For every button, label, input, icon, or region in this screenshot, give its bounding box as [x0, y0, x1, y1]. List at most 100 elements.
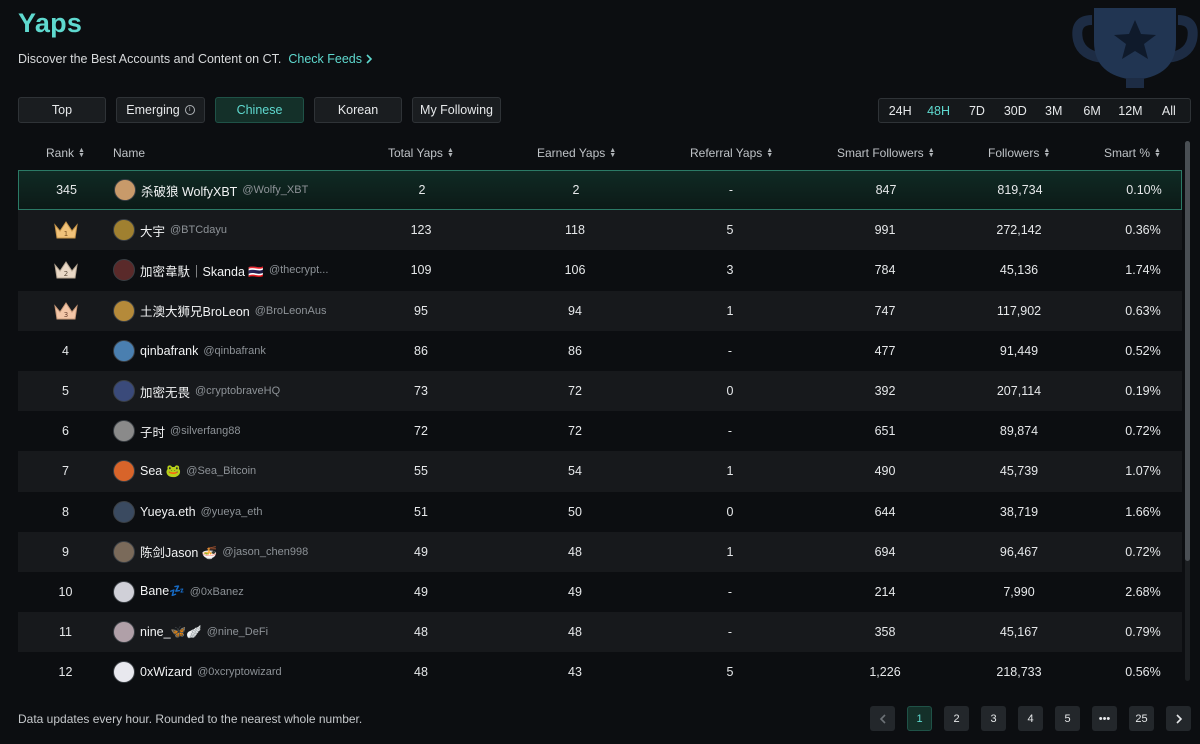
col-smart-followers[interactable]: Smart Followers ▲ ▼ — [837, 141, 935, 165]
avatar[interactable] — [113, 339, 135, 362]
name-cell: 杀破狼 WolfyXBT @Wolfy_XBT — [114, 171, 394, 209]
page-button[interactable]: 4 — [1018, 706, 1043, 731]
col-followers[interactable]: Followers ▲ ▼ — [988, 141, 1050, 165]
handle[interactable]: @BTCdayu — [170, 224, 227, 236]
prev-page-button[interactable] — [870, 706, 895, 731]
display-name[interactable]: 大宇 — [140, 221, 165, 240]
time-tab-7d[interactable]: 7D — [958, 99, 996, 122]
avatar[interactable] — [113, 661, 135, 684]
display-name[interactable]: 0xWizard — [140, 665, 192, 679]
earned-yaps-cell: 50 — [568, 504, 582, 519]
display-name[interactable]: 土澳大狮兄BroLeon — [140, 301, 250, 320]
avatar[interactable] — [113, 219, 135, 242]
handle[interactable]: @jason_chen998 — [222, 546, 308, 558]
tab-korean[interactable]: Korean — [314, 97, 402, 123]
rank-cell: 2 — [18, 250, 113, 290]
page-button[interactable]: 25 — [1129, 706, 1154, 731]
info-icon[interactable]: i — [184, 105, 195, 115]
table-row[interactable]: 3 土澳大狮兄BroLeon @BroLeonAus 95 94 1 747 11… — [18, 290, 1182, 331]
display-name[interactable]: 加密韋馱｜Skanda 🇹🇭 — [140, 261, 264, 280]
display-name[interactable]: Sea 🐸 — [140, 464, 181, 479]
avatar[interactable] — [113, 580, 135, 603]
col-earned-yaps[interactable]: Earned Yaps ▲ ▼ — [537, 141, 616, 165]
display-name[interactable]: qinbafrank — [140, 344, 198, 358]
tab-emerging[interactable]: Emerging i — [116, 97, 205, 123]
tab-top[interactable]: Top — [18, 97, 106, 123]
time-tab-6m[interactable]: 6M — [1073, 99, 1111, 122]
avatar[interactable] — [113, 460, 135, 483]
handle[interactable]: @cryptobraveHQ — [195, 385, 280, 397]
display-name[interactable]: 杀破狼 WolfyXBT — [141, 181, 237, 200]
scrollbar-thumb[interactable] — [1185, 141, 1190, 561]
page-button[interactable]: 5 — [1055, 706, 1080, 731]
handle[interactable]: @yueya_eth — [201, 506, 263, 518]
time-tab-all[interactable]: All — [1150, 99, 1188, 122]
table-row[interactable]: 8 Yueya.eth @yueya_eth 51 50 0 644 38,719… — [18, 492, 1182, 532]
time-tab-48h[interactable]: 48H — [919, 99, 957, 122]
display-name[interactable]: Yueya.eth — [140, 505, 196, 519]
avatar[interactable] — [113, 540, 135, 563]
handle[interactable]: @silverfang88 — [170, 425, 240, 437]
time-tab-24h[interactable]: 24H — [881, 99, 919, 122]
table-row[interactable]: 1 大宇 @BTCdayu 123 118 5 991 272,142 0.36% — [18, 210, 1182, 251]
handle[interactable]: @Wolfy_XBT — [242, 184, 308, 196]
time-tab-30d[interactable]: 30D — [996, 99, 1034, 122]
name-cell: nine_🦋🪽 @nine_DeFi — [113, 612, 393, 652]
check-feeds-link[interactable]: Check Feeds — [288, 52, 373, 66]
handle[interactable]: @thecrypt... — [269, 264, 328, 276]
display-name[interactable]: 子时 — [140, 422, 165, 441]
handle[interactable]: @nine_DeFi — [207, 626, 268, 638]
time-tab-3m[interactable]: 3M — [1035, 99, 1073, 122]
leaderboard-table: 345 杀破狼 WolfyXBT @Wolfy_XBT 2 2 - 847 819… — [18, 170, 1182, 692]
table-row[interactable]: 11 nine_🦋🪽 @nine_DeFi 48 48 - 358 45,167 … — [18, 612, 1182, 653]
table-header: Rank ▲ ▼ Name Total Yaps ▲ ▼ Earned Yaps ▲ ▼ R… — [18, 141, 1182, 165]
col-total-yaps[interactable]: Total Yaps ▲ ▼ — [388, 141, 454, 165]
time-tab-12m[interactable]: 12M — [1111, 99, 1149, 122]
handle[interactable]: @0xcryptowizard — [197, 666, 282, 678]
table-row[interactable]: 7 Sea 🐸 @Sea_Bitcoin 55 54 1 490 45,739 1… — [18, 451, 1182, 492]
tab-chinese[interactable]: Chinese — [215, 97, 304, 123]
avatar[interactable] — [113, 299, 135, 322]
display-name[interactable]: Bane💤 — [140, 584, 185, 599]
smart-followers-cell: 847 — [875, 183, 897, 198]
total-yaps-cell: 48 — [414, 665, 428, 680]
page-button[interactable]: 2 — [944, 706, 969, 731]
followers-cell: 7,990 — [1003, 584, 1035, 599]
avatar[interactable] — [113, 500, 135, 523]
smart-pct-cell: 0.72% — [1125, 424, 1161, 439]
table-row[interactable]: 5 加密无畏 @cryptobraveHQ 73 72 0 392 207,114… — [18, 370, 1182, 412]
handle[interactable]: @qinbafrank — [203, 345, 266, 357]
table-scrollbar[interactable] — [1185, 141, 1190, 681]
avatar[interactable] — [113, 259, 135, 282]
total-yaps-cell: 2 — [418, 183, 426, 198]
page-button[interactable]: 3 — [981, 706, 1006, 731]
rank-cell: 1 — [18, 210, 113, 250]
page-ellipsis[interactable]: ••• — [1092, 706, 1117, 731]
table-row[interactable]: 4 qinbafrank @qinbafrank 86 86 - 477 91,4… — [18, 331, 1182, 371]
col-rank[interactable]: Rank ▲ ▼ — [46, 141, 85, 165]
table-row[interactable]: 6 子时 @silverfang88 72 72 - 651 89,874 0.7… — [18, 411, 1182, 451]
page-button[interactable]: 1 — [907, 706, 932, 731]
avatar[interactable] — [113, 380, 135, 403]
table-row[interactable]: 12 0xWizard @0xcryptowizard 48 43 5 1,226… — [18, 652, 1182, 692]
display-name[interactable]: nine_🦋🪽 — [140, 625, 202, 640]
handle[interactable]: @Sea_Bitcoin — [186, 465, 256, 477]
col-referral-yaps[interactable]: Referral Yaps ▲ ▼ — [690, 141, 773, 165]
avatar[interactable] — [114, 179, 136, 202]
table-row[interactable]: 10 Bane💤 @0xBanez 49 49 - 214 7,990 2.68% — [18, 572, 1182, 612]
sort-icon: ▲ ▼ — [1154, 147, 1161, 159]
handle[interactable]: @0xBanez — [190, 586, 244, 598]
tab-my-following[interactable]: My Following — [412, 97, 501, 123]
avatar[interactable] — [113, 621, 135, 644]
rank-cell: 7 — [62, 464, 69, 479]
next-page-button[interactable] — [1166, 706, 1191, 731]
table-row[interactable]: 2 加密韋馱｜Skanda 🇹🇭 @thecrypt... 109 106 3 7… — [18, 250, 1182, 290]
avatar[interactable] — [113, 420, 135, 443]
display-name[interactable]: 陈剑Jason 🍜 — [140, 542, 217, 561]
col-smart-pct[interactable]: Smart % ▲ ▼ — [1104, 141, 1161, 165]
handle[interactable]: @BroLeonAus — [255, 305, 327, 317]
table-row[interactable]: 9 陈剑Jason 🍜 @jason_chen998 49 48 1 694 96… — [18, 531, 1182, 572]
display-name[interactable]: 加密无畏 — [140, 382, 190, 401]
current-user-row[interactable]: 345 杀破狼 WolfyXBT @Wolfy_XBT 2 2 - 847 819… — [18, 170, 1182, 211]
rank-cell: 8 — [62, 504, 69, 519]
